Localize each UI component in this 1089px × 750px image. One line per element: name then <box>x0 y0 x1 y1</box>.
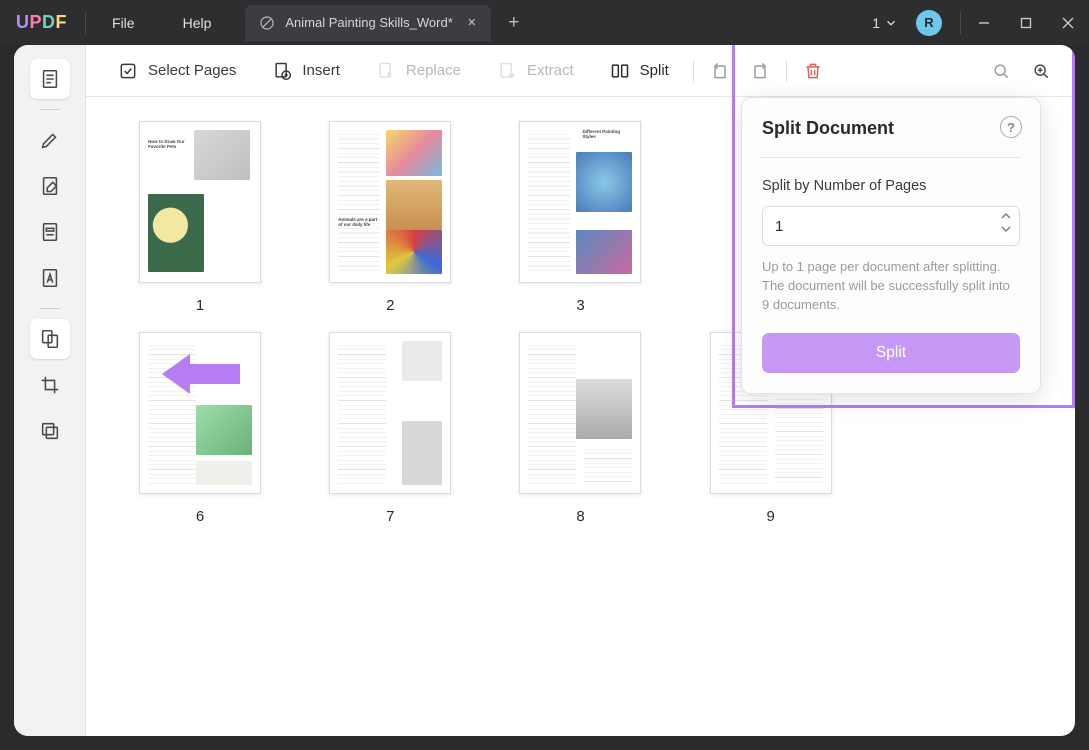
thumb-image <box>386 130 442 176</box>
divider <box>85 12 86 34</box>
thumb-image <box>402 421 442 485</box>
page-number: 9 <box>767 508 775 525</box>
split-icon <box>610 61 630 81</box>
thumb-image <box>196 461 252 485</box>
rail-crop-button[interactable] <box>30 365 70 405</box>
split-popover: Split Document ? Split by Number of Page… <box>741 97 1041 394</box>
rail-ocr-button[interactable] <box>30 258 70 298</box>
menu-file[interactable]: File <box>88 15 159 31</box>
left-tool-rail <box>14 45 86 736</box>
page-thumbnail[interactable]: How to Draw Our Favorite Pets <box>139 121 261 283</box>
page-number: 8 <box>576 508 584 525</box>
thumb-image <box>402 341 442 381</box>
window-controls <box>963 0 1089 45</box>
chevron-down-icon <box>884 16 898 30</box>
split-confirm-button[interactable]: Split <box>762 333 1020 373</box>
divider <box>40 109 60 110</box>
rail-watermark-button[interactable] <box>30 411 70 451</box>
insert-label: Insert <box>302 62 340 79</box>
extract-label: Extract <box>527 62 574 79</box>
page-number: 2 <box>386 297 394 314</box>
page-indicator[interactable]: 1 <box>872 15 898 31</box>
split-label: Split <box>640 62 669 79</box>
step-down-icon[interactable] <box>1000 223 1012 235</box>
thumb-image <box>386 230 442 274</box>
menu-help[interactable]: Help <box>159 15 236 31</box>
callout-arrow <box>162 350 240 403</box>
page-cell[interactable]: How to Draw Our Favorite Pets 1 <box>132 121 268 314</box>
select-icon <box>118 61 138 81</box>
replace-button[interactable]: Replace <box>358 51 479 91</box>
rotate-left-button[interactable] <box>700 51 740 91</box>
page-cell[interactable]: Animals are a part of our daily life 2 <box>322 121 458 314</box>
title-bar: UPDF File Help Animal Painting Skills_Wo… <box>0 0 1089 45</box>
workspace: Select Pages Insert Replace Extract Spli… <box>14 45 1075 736</box>
divider <box>40 308 60 309</box>
close-tab-button[interactable]: × <box>463 14 481 32</box>
app-logo: UPDF <box>0 12 83 33</box>
field-label: Split by Number of Pages <box>762 178 1020 194</box>
rail-edit-button[interactable] <box>30 166 70 206</box>
hint-text: Up to 1 page per document after splittin… <box>762 258 1020 315</box>
thumb-image <box>576 152 632 212</box>
thumb-image <box>148 194 204 272</box>
pages-input[interactable] <box>762 206 1020 246</box>
new-tab-button[interactable]: + <box>499 8 529 38</box>
page-number: 3 <box>576 297 584 314</box>
help-button[interactable]: ? <box>1000 116 1022 138</box>
rail-form-button[interactable] <box>30 212 70 252</box>
document-tab[interactable]: Animal Painting Skills_Word* × <box>245 5 490 41</box>
zoom-in-button[interactable] <box>1021 51 1061 91</box>
minimize-button[interactable] <box>963 0 1005 45</box>
separator <box>786 60 787 82</box>
extract-icon <box>497 61 517 81</box>
replace-icon <box>376 61 396 81</box>
divider <box>760 157 1022 158</box>
stepper[interactable] <box>1000 210 1012 235</box>
page-cell[interactable]: Different Painting Styles 3 <box>512 121 648 314</box>
select-pages-button[interactable]: Select Pages <box>100 51 254 91</box>
replace-label: Replace <box>406 62 461 79</box>
thumb-image <box>196 405 252 455</box>
document-tab-title: Animal Painting Skills_Word* <box>285 15 452 30</box>
page-cell[interactable]: 7 <box>322 332 458 525</box>
page-number: 6 <box>196 508 204 525</box>
thumb-image <box>194 130 250 180</box>
main-area: Select Pages Insert Replace Extract Spli… <box>86 45 1075 736</box>
thumb-heading: Different Painting Styles <box>582 130 632 140</box>
thumb-image <box>576 230 632 274</box>
thumb-image <box>576 379 632 439</box>
page-thumbnail[interactable] <box>329 332 451 494</box>
page-number: 7 <box>386 508 394 525</box>
insert-button[interactable]: Insert <box>254 51 358 91</box>
rail-reader-button[interactable] <box>30 59 70 99</box>
organize-toolbar: Select Pages Insert Replace Extract Spli… <box>86 45 1075 97</box>
step-up-icon[interactable] <box>1000 210 1012 222</box>
page-number: 1 <box>196 297 204 314</box>
doc-disabled-icon <box>259 15 275 31</box>
separator <box>693 60 694 82</box>
thumb-heading: Animals are a part of our daily life <box>338 218 382 228</box>
thumb-image <box>386 180 442 230</box>
close-window-button[interactable] <box>1047 0 1089 45</box>
select-pages-label: Select Pages <box>148 62 236 79</box>
insert-icon <box>272 61 292 81</box>
popover-title: Split Document <box>762 118 1020 139</box>
page-thumbnail[interactable]: Animals are a part of our daily life <box>329 121 451 283</box>
divider <box>960 12 961 34</box>
page-cell[interactable]: 8 <box>512 332 648 525</box>
user-avatar[interactable]: R <box>916 10 942 36</box>
extract-button[interactable]: Extract <box>479 51 592 91</box>
rotate-right-button[interactable] <box>740 51 780 91</box>
split-button[interactable]: Split <box>592 51 687 91</box>
rail-highlight-button[interactable] <box>30 120 70 160</box>
search-button[interactable] <box>981 51 1021 91</box>
page-indicator-value: 1 <box>872 15 880 31</box>
thumb-heading: How to Draw Our Favorite Pets <box>148 140 188 150</box>
page-thumbnail[interactable]: Different Painting Styles <box>519 121 641 283</box>
maximize-button[interactable] <box>1005 0 1047 45</box>
delete-button[interactable] <box>793 51 833 91</box>
rail-organize-button[interactable] <box>30 319 70 359</box>
page-thumbnail[interactable] <box>519 332 641 494</box>
